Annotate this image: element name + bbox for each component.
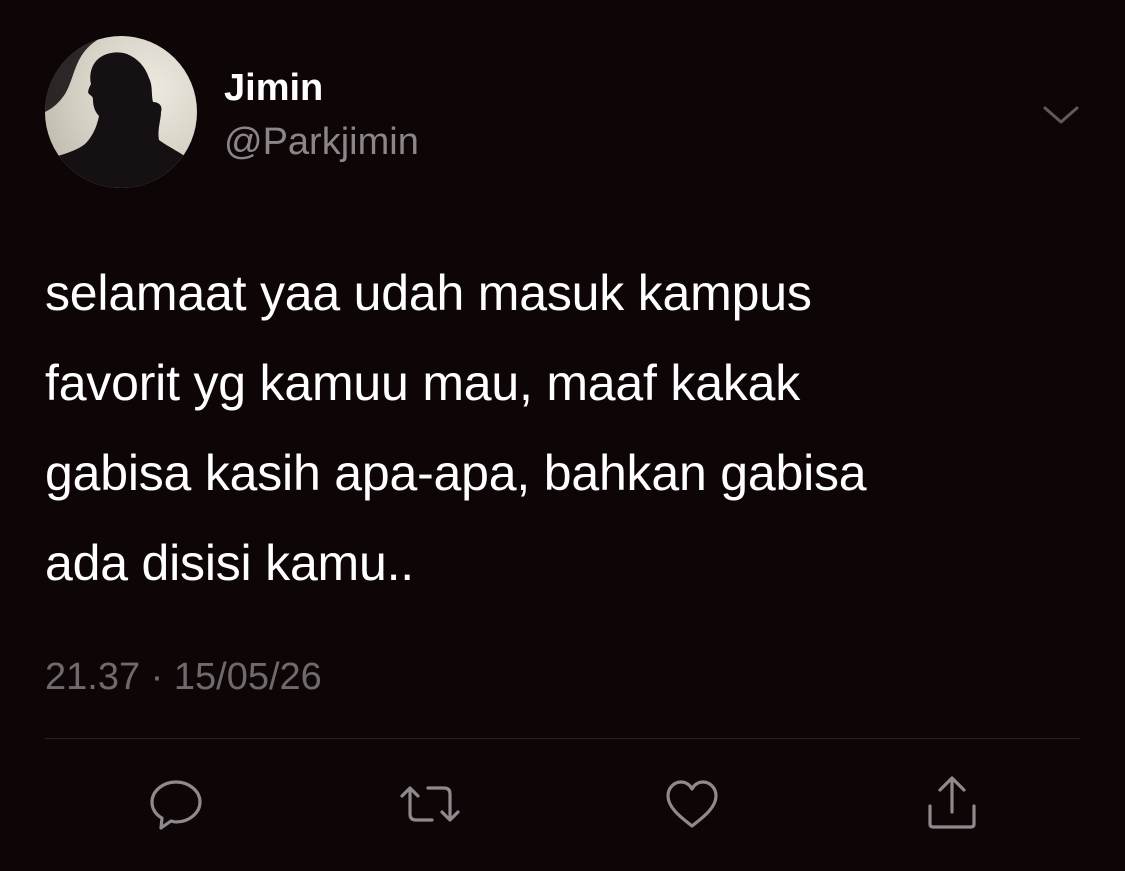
heart-icon[interactable] [660, 772, 724, 836]
share-icon[interactable] [920, 772, 984, 836]
tweet-text-line: ada disisi kamu.. [45, 535, 414, 591]
silhouette-avatar-image [45, 36, 197, 188]
author-display-name[interactable]: Jimin [224, 66, 323, 110]
chevron-down-icon[interactable] [1040, 100, 1082, 130]
reply-icon[interactable] [144, 772, 208, 836]
tweet-text: selamaat yaa udah masuk kampus favorit y… [45, 248, 1085, 608]
tweet-date: 15/05/26 [173, 656, 322, 698]
tweet-text-line: favorit yg kamuu mau, maaf kakak [45, 355, 801, 411]
tweet-time: 21.37 [45, 656, 141, 698]
tweet-text-line: gabisa kasih apa-apa, bahkan gabisa [45, 445, 867, 501]
retweet-icon[interactable] [398, 772, 462, 836]
author-handle[interactable]: @Parkjimin [224, 120, 419, 164]
timestamp-separator: · [150, 656, 164, 698]
tweet-timestamp[interactable]: 21.37 · 15/05/26 [45, 652, 322, 702]
avatar[interactable] [45, 36, 197, 188]
tweet-text-line: selamaat yaa udah masuk kampus [45, 265, 812, 321]
divider [45, 738, 1080, 739]
